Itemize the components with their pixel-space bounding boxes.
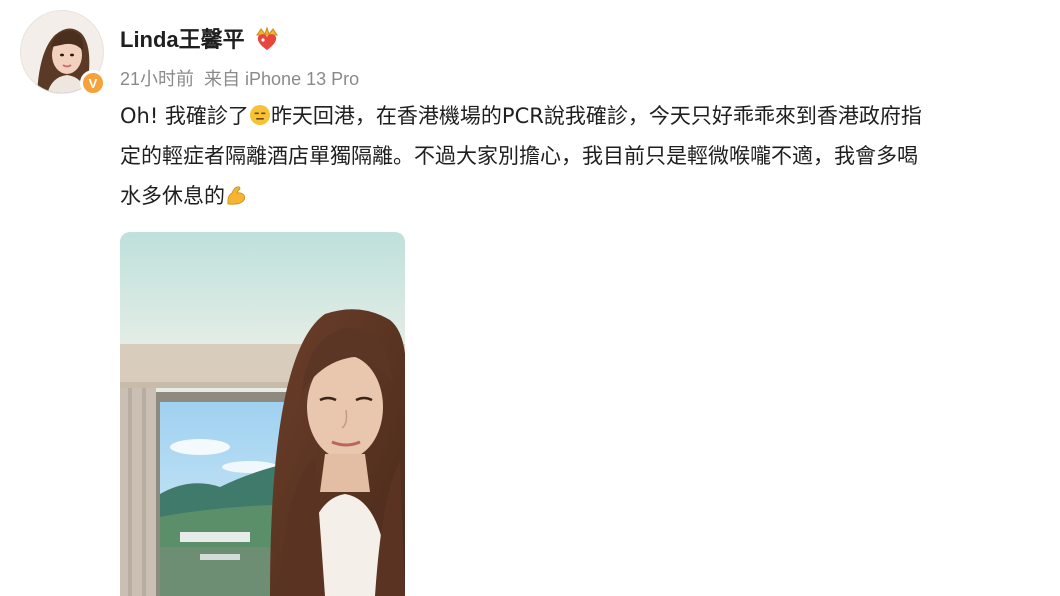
post-text-segment: Oh! 我確診了 <box>120 104 249 128</box>
expressionless-face-icon <box>249 99 271 125</box>
crown-heart-icon <box>253 25 281 51</box>
flexed-biceps-icon <box>225 179 247 205</box>
post-line-2: 定的輕症者隔離酒店單獨隔離。不過大家別擔心，我目前只是輕微喉嚨不適，我會多喝 <box>120 144 918 168</box>
post-line-1: Oh! 我確診了 昨天回港，在香港機場的PCR說我確診，今天只好乖乖來到香港政府指 <box>120 96 1035 136</box>
verified-badge: V <box>80 70 106 96</box>
author-header: Linda王馨平 <box>120 22 281 54</box>
verified-badge-letter: V <box>88 75 98 91</box>
post-content: Oh! 我確診了 昨天回港，在香港機場的PCR說我確診，今天只好乖乖來到香港政府指… <box>120 96 1035 216</box>
post-line-3: 水多休息的 <box>120 176 1035 216</box>
post-time[interactable]: 21小时前 <box>120 69 194 89</box>
post-text-segment: 昨天回港，在香港機場的PCR說我確診，今天只好乖乖來到香港政府指 <box>270 104 922 128</box>
post-meta: 21小时前 来自 iPhone 13 Pro <box>120 65 359 91</box>
post-source: 来自 iPhone 13 Pro <box>204 69 360 89</box>
author-name[interactable]: Linda王馨平 <box>120 22 245 54</box>
author-avatar[interactable]: V <box>20 10 106 96</box>
post-photo[interactable] <box>120 232 405 596</box>
post-text-segment: 水多休息的 <box>120 184 225 208</box>
